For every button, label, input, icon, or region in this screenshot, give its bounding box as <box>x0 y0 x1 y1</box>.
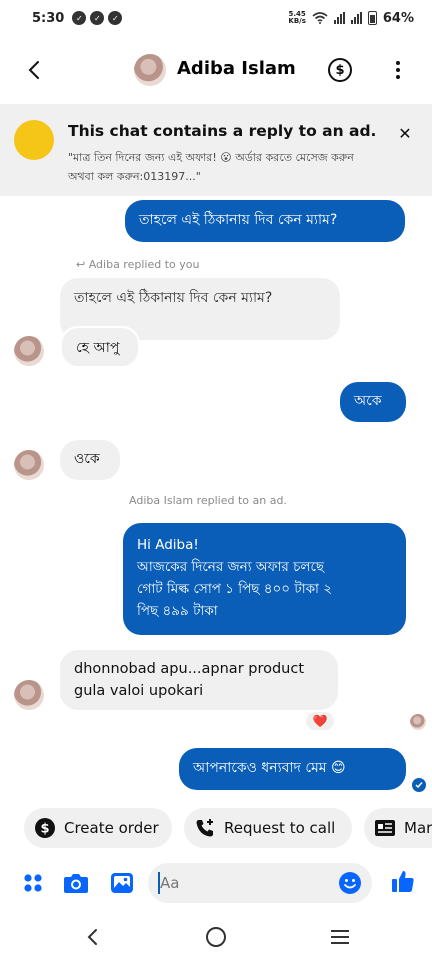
outgoing-message[interactable]: তাহলে এই ঠিকানায় দিব কেন ম্যাম? <box>125 200 405 242</box>
seen-avatar <box>410 714 426 730</box>
emoji-button[interactable] <box>338 871 362 895</box>
signal-icon <box>333 12 345 24</box>
home-circle-icon <box>206 927 226 947</box>
message-input[interactable] <box>160 871 330 895</box>
message-line: Hi Adiba! <box>137 537 199 553</box>
delivered-check-icon <box>412 778 426 792</box>
sender-avatar <box>14 450 44 480</box>
svg-text:$: $ <box>40 822 49 837</box>
ad-banner-text: "মাত্র তিন দিনের জন্য এই অফার! 😮 অর্ডার … <box>68 151 354 183</box>
message-text: তাহলে এই ঠিকানায় দিব কেন ম্যাম? <box>139 212 338 228</box>
battery-icon <box>367 11 377 25</box>
wifi-icon <box>312 12 328 24</box>
message-text: আপনাকেও ধন্যবাদ মেম 😊 <box>193 760 346 776</box>
messenger-notification-icon: ✓ <box>108 11 123 25</box>
reply-arrow-icon: ↩ <box>76 258 89 271</box>
chat-header: Adiba Islam $ <box>0 40 432 100</box>
messenger-notification-icon: ✓ <box>90 11 105 25</box>
recents-icon <box>331 930 349 944</box>
network-speed: 5.45 KB/s <box>288 10 306 25</box>
outgoing-message[interactable]: আপনাকেও ধন্যবাদ মেম 😊 <box>179 748 406 790</box>
nav-home-button[interactable] <box>196 922 236 952</box>
like-button[interactable] <box>390 868 416 894</box>
phone-plus-icon <box>194 817 216 839</box>
quoted-text: তাহলে এই ঠিকানায় দিব কেন ম্যাম? <box>74 290 273 306</box>
contact-name[interactable]: Adiba Islam <box>177 58 296 79</box>
more-options-button[interactable] <box>388 58 408 82</box>
incoming-message[interactable]: ওকে <box>60 440 120 480</box>
incoming-message[interactable]: হে আপু <box>60 326 140 368</box>
sender-avatar <box>14 680 44 710</box>
status-time: 5:30 <box>32 10 65 26</box>
dollar-circle-icon: $ <box>34 817 56 839</box>
create-order-label: Create order <box>64 819 159 837</box>
close-icon: ✕ <box>398 123 412 143</box>
sender-avatar <box>14 336 44 366</box>
battery-percent: 64% <box>382 10 414 26</box>
message-line: আজকের দিনের জন্য অফার চলছে <box>137 559 325 575</box>
apps-menu-button[interactable] <box>20 870 46 896</box>
messenger-notification-icon: ✓ <box>72 11 87 25</box>
message-input-field[interactable] <box>148 863 372 903</box>
camera-icon <box>64 874 88 893</box>
close-banner-button[interactable]: ✕ <box>392 120 418 146</box>
nav-recents-button[interactable] <box>320 922 360 952</box>
signal-icon <box>350 12 362 24</box>
outgoing-message[interactable]: Hi Adiba! আজকের দিনের জন্য অফার চলছে গোট… <box>123 523 406 635</box>
message-text: অকে <box>354 393 382 409</box>
request-call-label: Request to call <box>224 819 336 837</box>
back-button[interactable] <box>18 54 50 86</box>
gallery-button[interactable] <box>109 870 135 896</box>
smiley-icon <box>339 872 361 894</box>
status-bar: 5:30 ✓ ✓ ✓ 5.45 KB/s 64% <box>0 0 432 36</box>
thumbs-up-icon <box>392 871 414 892</box>
id-card-icon <box>374 817 396 839</box>
message-line: গোট মিল্ক সোপ ১ পিছ ৪০০ টাকা ২ <box>137 581 333 597</box>
heart-icon: ❤️ <box>312 714 328 728</box>
message-text: dhonnobad apu...apnar product gula valoi… <box>74 661 305 699</box>
grid-icon <box>24 874 42 892</box>
message-text: হে আপু <box>76 340 120 356</box>
nav-back-button[interactable] <box>72 922 112 952</box>
heart-reaction[interactable]: ❤️ <box>304 710 336 732</box>
ad-reply-note: Adiba Islam replied to an ad. <box>129 494 287 507</box>
reply-note-text: Adiba replied to you <box>88 258 200 271</box>
camera-button[interactable] <box>63 870 89 896</box>
more-quick-reply-label: Mar <box>404 819 432 837</box>
dollar-icon: $ <box>335 62 345 78</box>
ad-context-banner[interactable]: This chat contains a reply to an ad. "মা… <box>0 104 432 196</box>
message-text: ওকে <box>74 451 100 467</box>
outgoing-message[interactable]: অকে <box>340 382 406 422</box>
more-quick-reply-button[interactable]: Mar <box>364 808 432 848</box>
contact-avatar[interactable] <box>134 54 166 86</box>
create-order-button[interactable]: $ Create order <box>24 808 172 848</box>
request-call-button[interactable]: Request to call <box>184 808 352 848</box>
ad-banner-title: This chat contains a reply to an ad. <box>68 122 377 140</box>
message-line: পিছ ৪৯৯ টাকা <box>137 603 218 619</box>
payment-button[interactable]: $ <box>328 58 352 82</box>
ad-thumbnail <box>14 120 54 160</box>
chevron-left-icon <box>28 61 39 79</box>
image-icon <box>111 873 133 893</box>
chevron-left-icon <box>87 929 97 945</box>
reply-indicator: ↩ Adiba replied to you <box>76 258 199 271</box>
incoming-message[interactable]: dhonnobad apu...apnar product gula valoi… <box>60 650 338 710</box>
